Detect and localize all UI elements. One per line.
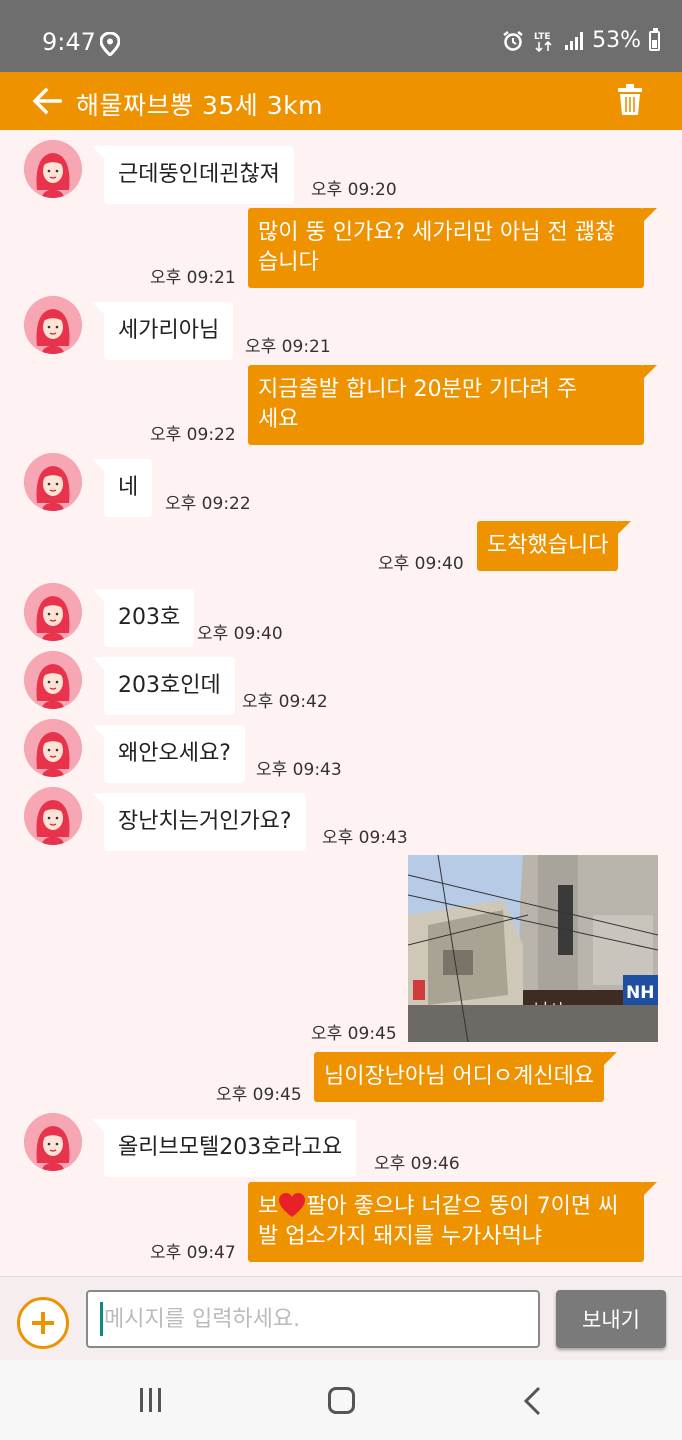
message-input[interactable] — [86, 1290, 540, 1348]
girl-avatar-icon — [24, 651, 82, 709]
girl-avatar-icon — [24, 296, 82, 354]
battery-icon — [649, 27, 660, 51]
home-icon[interactable] — [328, 1387, 355, 1414]
plus-icon[interactable] — [17, 1297, 69, 1349]
message-time: 오후 09:40 — [378, 554, 464, 574]
message-time: 오후 09:21 — [245, 337, 331, 357]
message-time: 오후 09:40 — [197, 624, 283, 644]
heart-icon — [279, 1193, 306, 1217]
arrow-left-icon[interactable] — [30, 84, 64, 118]
chat-header: 해물짜브뽕 35세 3km — [0, 72, 682, 130]
message-time: 오후 09:20 — [311, 180, 397, 200]
avatar[interactable] — [24, 140, 82, 198]
avatar[interactable] — [24, 296, 82, 354]
lte-icon: LTE — [534, 32, 552, 52]
message-bubble-outgoing: 도착했습니다 — [477, 521, 632, 571]
message-text: 보 — [258, 1194, 279, 1219]
message-bubble-outgoing: 지금출발 합니다 20분만 기다려 주세요 — [248, 365, 657, 445]
avatar[interactable] — [24, 583, 82, 641]
battery-percent: 53% — [592, 28, 641, 53]
girl-avatar-icon — [24, 1113, 82, 1171]
message-bubble-incoming: 세가리아님 — [91, 302, 234, 360]
alarm-icon — [503, 30, 523, 51]
message-time: 오후 09:22 — [165, 494, 251, 514]
message-time: 오후 09:46 — [374, 1154, 460, 1174]
shared-photo[interactable]: 낚시 NH — [408, 855, 658, 1042]
message-bubble-incoming: 장난치는거인가요? — [92, 793, 306, 851]
message-bubble-incoming: 네 — [91, 459, 153, 517]
avatar[interactable] — [24, 719, 82, 777]
girl-avatar-icon — [24, 719, 82, 777]
message-bubble-outgoing: 많이 뚱 인가요? 세가리만 아님 전 괞찮습니다 — [248, 208, 657, 288]
message-bubble-incoming: 203호인데 — [92, 657, 235, 715]
message-time: 오후 09:45 — [311, 1024, 397, 1044]
girl-avatar-icon — [24, 140, 82, 198]
message-time: 오후 09:43 — [256, 760, 342, 780]
status-bar: 9:47 LTE 53% — [0, 0, 682, 72]
avatar[interactable] — [24, 651, 82, 709]
message-bubble-incoming: 올리브모텔203호라고요 — [91, 1119, 357, 1177]
message-bubble-incoming: 왜안오세요? — [92, 725, 245, 783]
message-time: 오후 09:42 — [242, 692, 328, 712]
girl-avatar-icon — [24, 787, 82, 845]
composer-bar: 보내기 — [0, 1276, 682, 1360]
street-photo-image: 낚시 NH — [408, 855, 658, 1042]
svg-text:NH: NH — [626, 983, 654, 1003]
girl-avatar-icon — [24, 453, 82, 511]
avatar[interactable] — [24, 787, 82, 845]
message-time: 오후 09:45 — [216, 1085, 302, 1105]
message-bubble-outgoing: 님이장난아님 어디ㅇ계신데요 — [314, 1052, 618, 1102]
message-time: 오후 09:22 — [150, 425, 236, 445]
system-nav-bar — [0, 1360, 682, 1440]
text-caret — [100, 1302, 103, 1336]
status-icons: LTE 53% — [502, 27, 660, 53]
avatar[interactable] — [24, 1113, 82, 1171]
signal-icon — [565, 31, 584, 50]
avatar[interactable] — [24, 453, 82, 511]
back-icon[interactable] — [521, 1386, 545, 1416]
message-bubble-outgoing: 보 팔아 좋으냐 너같으 뚱이 7이면 씨발 업소가지 돼지를 누가사먹냐 — [248, 1182, 657, 1262]
message-time: 오후 09:47 — [150, 1243, 236, 1263]
chat-title: 해물짜브뽕 35세 3km — [76, 91, 323, 120]
message-time: 오후 09:21 — [150, 268, 236, 288]
girl-avatar-icon — [24, 583, 82, 641]
message-bubble-incoming: 203호 — [91, 589, 195, 647]
location-pin-icon — [100, 32, 120, 56]
trash-icon[interactable] — [618, 84, 642, 116]
message-text: 팔아 좋으냐 너같으 뚱이 7이면 씨발 업소가지 돼지를 누가사먹냐 — [258, 1194, 619, 1249]
send-button[interactable]: 보내기 — [556, 1290, 666, 1348]
recent-apps-icon[interactable] — [138, 1388, 164, 1412]
status-time: 9:47 — [42, 28, 96, 56]
message-time: 오후 09:43 — [322, 828, 408, 848]
message-bubble-incoming: 근데뚱인데괸찮져 — [92, 146, 294, 204]
svg-text:LTE: LTE — [534, 32, 551, 42]
